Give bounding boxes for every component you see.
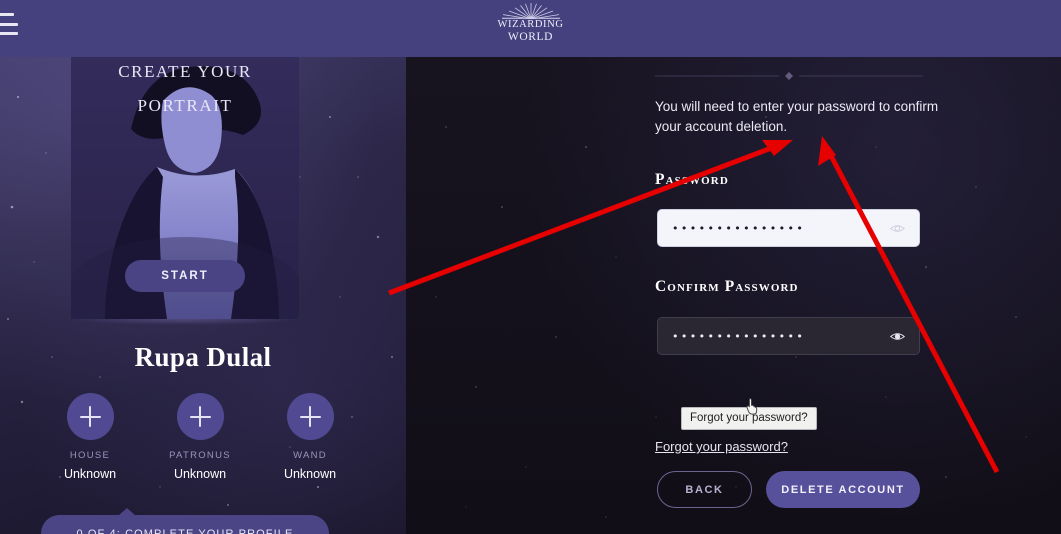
trait-house[interactable]: HOUSE Unknown — [40, 393, 140, 481]
eye-icon[interactable] — [887, 218, 907, 238]
profile-name: Rupa Dulal — [134, 342, 272, 372]
delete-account-instructions: You will need to enter your password to … — [655, 99, 939, 134]
trait-label: HOUSE — [69, 450, 111, 461]
plus-icon[interactable] — [286, 393, 334, 440]
hamburger-bar — [0, 22, 18, 26]
top-bar: WIZARDING WORLD — [0, 0, 1061, 57]
password-input[interactable]: ••••••••••••••• — [657, 209, 920, 247]
wizarding-world-logo[interactable]: WIZARDING WORLD — [471, 2, 591, 54]
back-button[interactable]: BACK — [657, 471, 752, 508]
profile-progress-pill[interactable]: 0 OF 4: COMPLETE YOUR PROFILE — [41, 515, 329, 534]
sunburst-rays-icon — [501, 3, 560, 19]
eye-icon[interactable] — [887, 326, 907, 346]
trait-value: Unknown — [63, 467, 117, 481]
delete-account-button[interactable]: DELETE ACCOUNT — [766, 471, 920, 508]
trait-patronus[interactable]: PATRONUS Unknown — [150, 393, 250, 481]
forgot-password-link[interactable]: Forgot your password? — [655, 439, 788, 454]
create-portrait-card[interactable]: CREATE YOUR PORTRAIT START — [71, 57, 299, 319]
confirm-password-input[interactable]: ••••••••••••••• — [657, 317, 920, 355]
delete-account-panel: You will need to enter your password to … — [406, 57, 1061, 534]
mouse-cursor-pointer-icon — [746, 398, 758, 415]
start-portrait-button[interactable]: START — [125, 260, 245, 292]
trait-value: Unknown — [283, 467, 337, 481]
profile-traits-row: HOUSE Unknown PATRONUS Unknown WAND Unkn… — [40, 393, 360, 481]
logo-line-1: WIZARDING — [497, 19, 564, 30]
trait-label: PATRONUS — [169, 450, 231, 461]
portrait-card-title: CREATE YOUR PORTRAIT — [118, 62, 252, 115]
plus-icon[interactable] — [66, 393, 114, 440]
hamburger-bar — [0, 13, 14, 16]
confirm-password-value: ••••••••••••••• — [672, 329, 806, 343]
hamburger-bar — [0, 32, 18, 35]
profile-sidebar-panel: CREATE YOUR PORTRAIT START Rupa Dulal HO… — [0, 57, 406, 534]
trait-label: WAND — [293, 450, 327, 461]
confirm-password-label: Confirm Password — [655, 278, 799, 295]
password-value: ••••••••••••••• — [672, 221, 806, 235]
trait-wand[interactable]: WAND Unknown — [260, 393, 360, 481]
logo-line-2: WORLD — [507, 30, 554, 43]
decorative-divider — [655, 72, 923, 80]
plus-icon[interactable] — [176, 393, 224, 440]
portrait-card-shadow — [71, 319, 299, 325]
hamburger-menu-icon[interactable] — [0, 13, 18, 35]
trait-value: Unknown — [173, 467, 227, 481]
password-label: Password — [655, 171, 729, 188]
